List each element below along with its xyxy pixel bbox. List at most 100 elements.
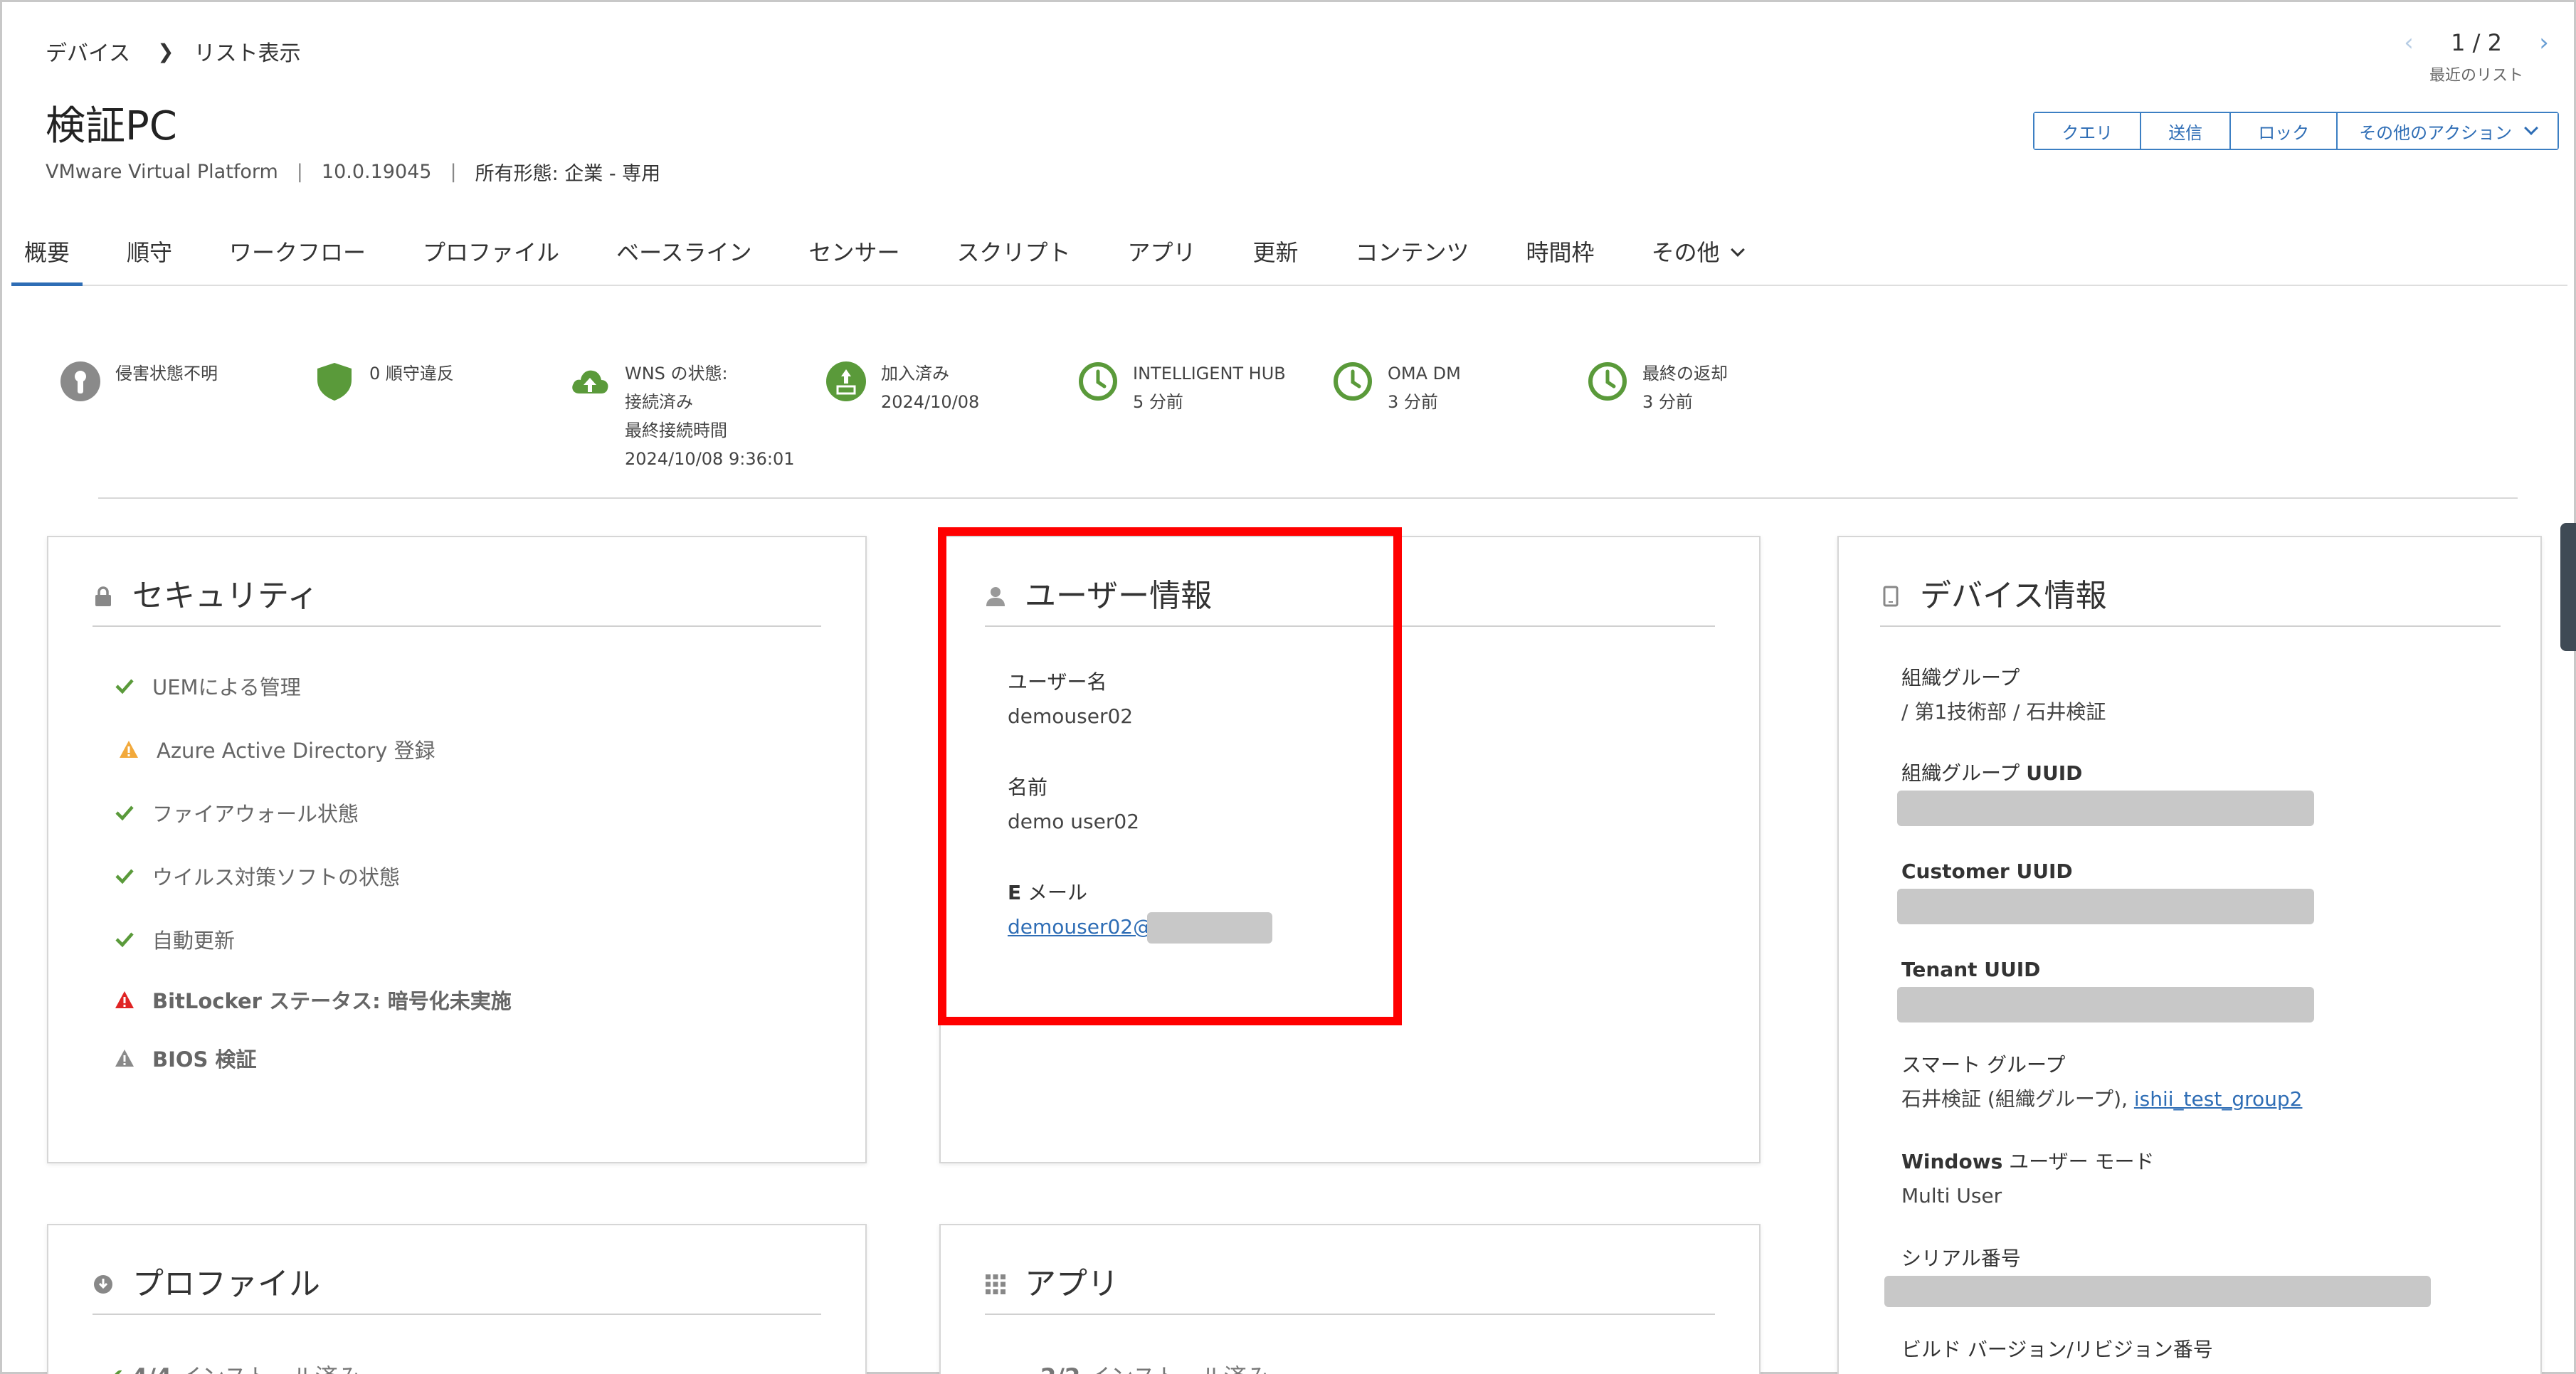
windows-user-mode-label: Windows ユーザー モード (1901, 1145, 2485, 1179)
breadcrumb: デバイス ❯ リスト表示 (46, 36, 301, 67)
name-label: 名前 (1008, 776, 1048, 799)
download-circle-icon (94, 1275, 112, 1294)
tab-scripts[interactable]: スクリプト (944, 228, 1083, 286)
status-enrolled-label: 加入済み (881, 364, 949, 384)
lock-button[interactable]: ロック (2231, 113, 2338, 149)
customer-uuid-label-text: Customer UUID (1901, 860, 2073, 883)
breadcrumb-devices[interactable]: デバイス (46, 36, 130, 67)
apps-status: インストール済み (1087, 1363, 1269, 1374)
tab-time-window[interactable]: 時間枠 (1514, 228, 1608, 286)
org-group-label: 組織グループ (1901, 666, 2020, 689)
pager-position: 1 / 2 (2451, 29, 2502, 56)
email-label-rest: メール (1021, 881, 1088, 904)
security-card-header: セキュリティ (93, 574, 821, 627)
chevron-down-icon (1730, 243, 1745, 257)
security-item-uem: UEMによる管理 (114, 654, 512, 717)
device-ownership: 所有形態: 企業 - 専用 (475, 163, 661, 185)
security-card-title: セキュリティ (132, 578, 319, 614)
email-field: E メール demouser02@ (1008, 876, 1273, 944)
name-value: demo user02 (1008, 810, 1140, 833)
username-field: ユーザー名 demouser02 (1008, 665, 1272, 734)
smart-group-text: 石井検証 (組織グループ), (1901, 1087, 2134, 1111)
tab-apps[interactable]: アプリ (1115, 228, 1209, 286)
windows-user-mode-field: Windows ユーザー モード Multi User (1901, 1145, 2485, 1213)
tab-compliance[interactable]: 順守 (114, 228, 185, 286)
check-icon (115, 805, 134, 820)
warning-gray-icon (115, 1050, 134, 1067)
apps-summary: 2/2 インストール済み (1040, 1359, 1269, 1374)
smart-group-value: 石井検証 (組織グループ), ishii_test_group2 (1901, 1082, 2485, 1116)
security-item-label: UEMによる管理 (152, 675, 301, 699)
email-label: E メール (1008, 876, 1272, 910)
redacted-block (1884, 1276, 2431, 1307)
smart-group-link[interactable]: ishii_test_group2 (2134, 1087, 2303, 1111)
device-icon (1883, 586, 1899, 607)
device-info-card: デバイス情報 組織グループ / 第1技術部 / 石井検証 組織グループ UUID… (1837, 536, 2542, 1374)
enrolled-icon (826, 361, 866, 401)
status-hub-label: INTELLIGENT HUB (1133, 364, 1286, 384)
windows-user-mode-value: Multi User (1901, 1184, 2002, 1207)
security-item-auto-update: 自動更新 (114, 907, 512, 971)
device-info-fields: 組織グループ / 第1技術部 / 石井検証 組織グループ UUID Custom… (1884, 661, 2485, 1367)
previous-record-icon[interactable]: ‹ (2398, 28, 2419, 57)
status-oma-dm: OMA DM 3 分前 (1332, 359, 1461, 416)
tab-workflow[interactable]: ワークフロー (216, 228, 379, 286)
clock-icon (1588, 362, 1627, 401)
tab-profiles[interactable]: プロファイル (410, 228, 572, 286)
error-icon (115, 991, 134, 1008)
org-group-uuid-label: 組織グループ UUID (1901, 756, 2485, 791)
device-info-card-title: デバイス情報 (1920, 578, 2107, 614)
tab-summary[interactable]: 概要 (11, 228, 83, 286)
status-compromised: 侵害状態不明 (60, 359, 218, 402)
apps-card: アプリ 2/2 インストール済み (939, 1224, 1761, 1374)
tab-updates[interactable]: 更新 (1240, 228, 1311, 286)
recent-list-link[interactable]: 最近のリスト (2398, 63, 2555, 85)
tab-more[interactable]: その他 (1639, 228, 1756, 286)
side-panel-toggle[interactable] (2560, 523, 2576, 651)
chevron-down-icon (2524, 121, 2538, 135)
email-link[interactable]: demouser02@ (1008, 915, 1153, 939)
serial-number-label: シリアル番号 (1901, 1247, 2021, 1270)
apps-card-header: アプリ (985, 1262, 1715, 1315)
grid-icon (986, 1274, 1005, 1294)
query-button[interactable]: クエリ (2034, 113, 2142, 149)
tab-bar: 概要 順守 ワークフロー プロファイル ベースライン センサー スクリプト アプ… (11, 228, 2567, 286)
user-info-card: ユーザー情報 ユーザー名 demouser02 名前 demo user02 E… (939, 536, 1761, 1163)
status-last-label: 最終の返却 (1642, 364, 1728, 384)
tab-content[interactable]: コンテンツ (1343, 228, 1482, 286)
security-card: セキュリティ UEMによる管理 Azure Active Directory 登… (47, 536, 867, 1163)
check-icon (115, 679, 134, 694)
security-item-label: BitLocker ステータス: 暗号化未実施 (152, 989, 512, 1013)
device-info-card-header: デバイス情報 (1880, 574, 2501, 627)
check-icon: ✔ (105, 1363, 125, 1374)
device-subtitle: VMware Virtual Platform | 10.0.19045 | 所… (46, 158, 660, 186)
security-item-label: Azure Active Directory 登録 (157, 738, 436, 763)
status-strip: 侵害状態不明 0 順守違反 WNS の状態: 接続済み 最終接続時間 2024/… (60, 359, 1768, 480)
user-icon (986, 587, 1005, 606)
separator: | (296, 161, 303, 183)
org-group-field: 組織グループ / 第1技術部 / 石井検証 (1901, 661, 2485, 729)
breadcrumb-current: リスト表示 (194, 41, 301, 66)
build-version-label: ビルド バージョン/リビジョン番号 (1901, 1338, 2213, 1361)
org-uuid-label-a: 組織グループ (1901, 761, 2027, 785)
send-button[interactable]: 送信 (2141, 113, 2232, 149)
warning-icon (120, 740, 138, 758)
username-value: demouser02 (1008, 704, 1134, 728)
clock-icon (1079, 362, 1117, 401)
chevron-right-icon: ❯ (157, 39, 174, 63)
status-intelligent-hub: INTELLIGENT HUB 5 分前 (1077, 359, 1286, 416)
status-omadm-label: OMA DM (1388, 364, 1461, 384)
apps-count: 2/2 (1040, 1363, 1080, 1374)
tenant-uuid-field: Tenant UUID (1897, 953, 2485, 1022)
next-record-icon[interactable]: › (2533, 28, 2555, 57)
tab-baselines[interactable]: ベースライン (603, 228, 764, 286)
profile-status: インストール済み (179, 1363, 360, 1374)
tab-sensors[interactable]: センサー (796, 228, 912, 286)
serial-number-field: シリアル番号 (1884, 1242, 2485, 1307)
status-wns: WNS の状態: 接続済み 最終接続時間 2024/10/08 9:36:01 (569, 359, 794, 473)
security-item-label: BIOS 検証 (152, 1047, 257, 1072)
org-group-uuid-field: 組織グループ UUID (1897, 756, 2485, 826)
more-actions-button[interactable]: その他のアクション (2338, 113, 2557, 149)
clock-icon (1334, 362, 1372, 401)
cloud-upload-icon (572, 370, 608, 393)
